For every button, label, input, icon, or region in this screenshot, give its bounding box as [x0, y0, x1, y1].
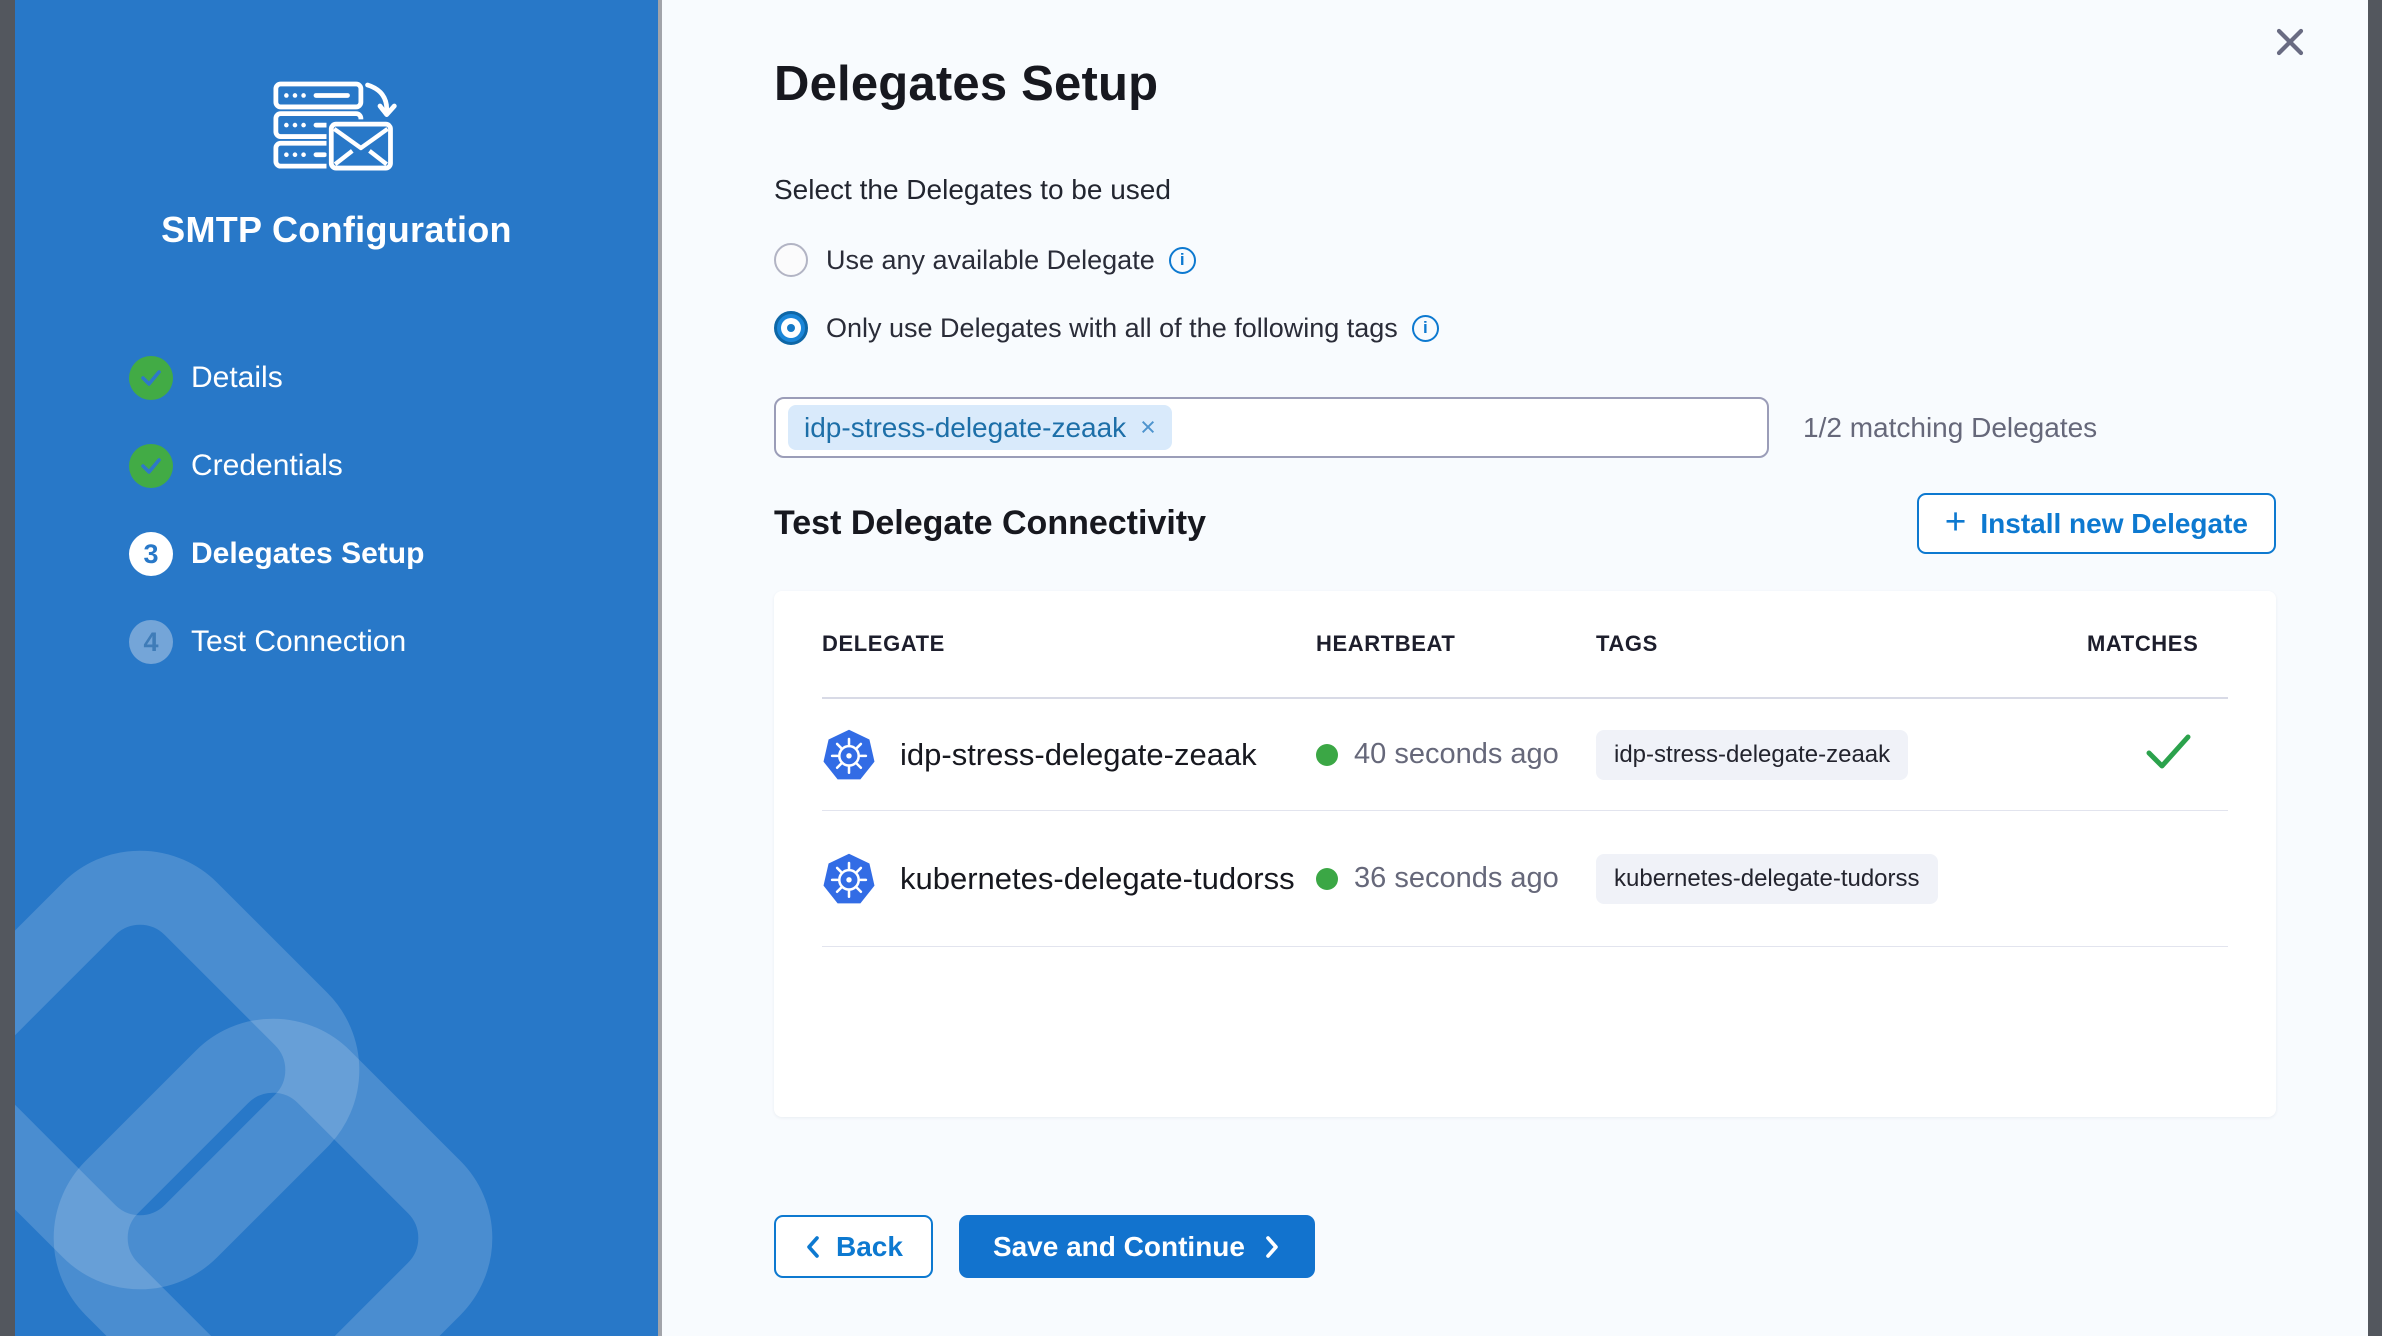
page-title: Delegates Setup [774, 54, 2276, 114]
delegate-tag-badge: kubernetes-delegate-tudorss [1596, 854, 1938, 904]
column-header-matches: MATCHES [2087, 631, 2228, 657]
wizard-steps: Details Credentials 3 Delegates Setup 4 … [129, 356, 424, 708]
matching-delegates-count: 1/2 matching Delegates [1803, 412, 2097, 444]
wizard-title: SMTP Configuration [15, 209, 658, 251]
info-icon[interactable]: i [1169, 247, 1196, 274]
delegate-name-cell: idp-stress-delegate-zeaak [822, 728, 1316, 782]
step-number-badge: 3 [129, 532, 173, 576]
radio-unselected-icon[interactable] [774, 243, 808, 277]
delegate-tag-badge: idp-stress-delegate-zeaak [1596, 730, 1908, 780]
step-label: Test Connection [191, 625, 406, 659]
tag-chip: idp-stress-delegate-zeaak × [788, 405, 1172, 450]
step-label: Delegates Setup [191, 537, 424, 571]
tags-cell: kubernetes-delegate-tudorss [1596, 854, 2087, 904]
delegates-table: DELEGATE HEARTBEAT TAGS MATCHES [774, 591, 2276, 1117]
kubernetes-icon [822, 852, 876, 906]
radio-label: Only use Delegates with all of the follo… [826, 313, 1398, 344]
table-row: idp-stress-delegate-zeaak 40 seconds ago… [822, 699, 2228, 811]
heartbeat-cell: 36 seconds ago [1316, 862, 1596, 895]
step-label: Credentials [191, 449, 343, 483]
step-details[interactable]: Details [129, 356, 424, 400]
section-title: Test Delegate Connectivity [774, 504, 1206, 543]
delegate-name-cell: kubernetes-delegate-tudorss [822, 852, 1316, 906]
tag-chip-label: idp-stress-delegate-zeaak [804, 412, 1126, 444]
step-label: Details [191, 361, 283, 395]
delegate-selection-radios: Use any available Delegate i Only use De… [774, 240, 2276, 348]
smtp-config-modal: SMTP Configuration Details Credentials 3… [15, 0, 2368, 1336]
step-complete-icon [129, 444, 173, 488]
sidebar-header: SMTP Configuration [15, 0, 658, 251]
chip-remove-icon[interactable]: × [1140, 414, 1156, 441]
step-test-connection[interactable]: 4 Test Connection [129, 620, 424, 664]
kubernetes-icon [822, 728, 876, 782]
radio-selected-icon[interactable] [774, 311, 808, 345]
heartbeat-status-icon [1316, 744, 1338, 766]
match-check-icon [2145, 733, 2191, 771]
heartbeat-text: 36 seconds ago [1354, 862, 1559, 895]
heartbeat-cell: 40 seconds ago [1316, 738, 1596, 771]
info-icon[interactable]: i [1412, 315, 1439, 342]
connectivity-section-header: Test Delegate Connectivity + Install new… [774, 493, 2276, 554]
delegate-tags-input[interactable]: idp-stress-delegate-zeaak × [774, 397, 1769, 458]
delegates-setup-panel: Delegates Setup Select the Delegates to … [774, 0, 2276, 1278]
table-header-row: DELEGATE HEARTBEAT TAGS MATCHES [822, 591, 2228, 699]
modal-content: Delegates Setup Select the Delegates to … [662, 0, 2368, 1336]
table-row: kubernetes-delegate-tudorss 36 seconds a… [822, 811, 2228, 947]
step-complete-icon [129, 356, 173, 400]
delegate-name: idp-stress-delegate-zeaak [900, 737, 1257, 773]
wizard-footer: Back Save and Continue [774, 1215, 2276, 1278]
chevron-left-icon [804, 1235, 822, 1259]
save-button-label: Save and Continue [993, 1231, 1245, 1263]
close-icon[interactable] [2270, 22, 2310, 62]
save-and-continue-button[interactable]: Save and Continue [959, 1215, 1315, 1278]
radio-delegates-with-tags[interactable]: Only use Delegates with all of the follo… [774, 308, 2276, 348]
heartbeat-status-icon [1316, 868, 1338, 890]
back-button-label: Back [836, 1231, 903, 1263]
column-header-delegate: DELEGATE [822, 631, 1316, 657]
plus-icon: + [1945, 503, 1967, 540]
step-credentials[interactable]: Credentials [129, 444, 424, 488]
install-new-delegate-button[interactable]: + Install new Delegate [1917, 493, 2276, 554]
column-header-tags: TAGS [1596, 631, 2087, 657]
column-header-heartbeat: HEARTBEAT [1316, 631, 1596, 657]
heartbeat-text: 40 seconds ago [1354, 738, 1559, 771]
back-button[interactable]: Back [774, 1215, 933, 1278]
matches-cell [2087, 733, 2228, 776]
step-delegates-setup[interactable]: 3 Delegates Setup [129, 532, 424, 576]
tags-filter-row: idp-stress-delegate-zeaak × 1/2 matching… [774, 397, 2276, 458]
tags-cell: idp-stress-delegate-zeaak [1596, 730, 2087, 780]
select-delegates-label: Select the Delegates to be used [774, 174, 2276, 206]
delegate-name: kubernetes-delegate-tudorss [900, 861, 1295, 897]
chevron-right-icon [1263, 1235, 1281, 1259]
step-number-badge: 4 [129, 620, 173, 664]
wizard-sidebar: SMTP Configuration Details Credentials 3… [15, 0, 662, 1336]
smtp-servers-mail-icon [273, 80, 401, 174]
radio-label: Use any available Delegate [826, 245, 1155, 276]
radio-any-available-delegate[interactable]: Use any available Delegate i [774, 240, 2276, 280]
install-button-label: Install new Delegate [1980, 508, 2248, 540]
